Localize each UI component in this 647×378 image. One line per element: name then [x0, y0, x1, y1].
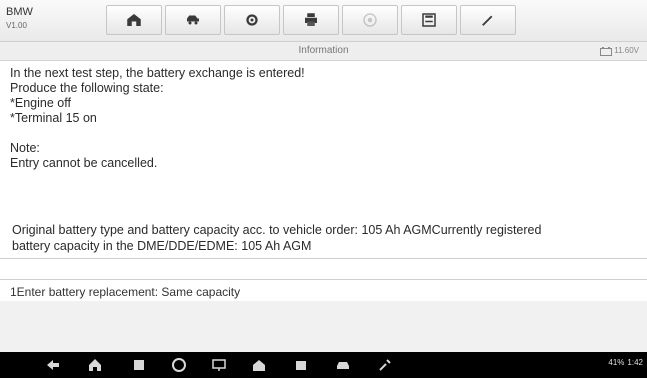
instruction-text: In the next test step, the battery excha… [10, 66, 640, 171]
print-button[interactable] [283, 5, 339, 35]
top-toolbar: BMW V1.00 [0, 0, 647, 42]
remote-icon [212, 359, 226, 371]
battery-voltage: 11.60V [600, 42, 639, 60]
battery-info-line: battery capacity in the DME/DDE/EDME: 10… [12, 239, 312, 253]
settings-icon [246, 14, 258, 26]
home-icon [127, 14, 141, 26]
divider [0, 279, 647, 280]
toolbar-buttons [106, 5, 519, 35]
voltage-value: 11.60V [614, 46, 639, 55]
info-title: Information [298, 45, 349, 56]
brand-name: BMW [6, 6, 33, 18]
print-icon [305, 13, 317, 26]
back-icon [47, 360, 59, 370]
battery-replacement-option[interactable]: 1Enter battery replacement: Same capacit… [10, 285, 240, 299]
edit-icon [482, 15, 493, 26]
tools-icon [379, 359, 391, 371]
app-brand: BMW V1.00 [6, 6, 96, 36]
autel-home-icon [253, 360, 265, 371]
help-icon [363, 13, 377, 27]
vehicle-swap-icon [187, 15, 199, 25]
edit-button[interactable] [460, 5, 516, 35]
save-button[interactable] [401, 5, 457, 35]
remote-button[interactable] [210, 356, 228, 374]
gallery-icon [296, 361, 306, 370]
browser-icon [172, 358, 186, 372]
instruction-line: *Engine off [10, 96, 71, 110]
vehicle-button[interactable] [334, 356, 352, 374]
battery-info-line: Original battery type and battery capaci… [12, 223, 542, 237]
autel-home-button[interactable] [250, 356, 268, 374]
tools-button[interactable] [376, 356, 394, 374]
note-text: Entry cannot be cancelled. [10, 156, 158, 170]
blank-panel [0, 301, 647, 352]
recent-apps-icon [134, 360, 144, 370]
recent-apps-button[interactable] [130, 356, 148, 374]
back-button[interactable] [44, 356, 62, 374]
save-icon [422, 13, 436, 27]
note-label: Note: [10, 141, 40, 155]
car-battery-icon [600, 46, 613, 56]
instruction-line: Produce the following state: [10, 81, 164, 95]
status-area: 41% 1:42 [608, 358, 643, 367]
info-header: Information 11.60V [0, 42, 647, 61]
instruction-line: *Terminal 15 on [10, 111, 97, 125]
android-home-button[interactable] [86, 356, 104, 374]
home-icon [89, 359, 101, 371]
battery-info: Original battery type and battery capaci… [12, 222, 642, 254]
divider [0, 258, 647, 259]
gallery-button[interactable] [292, 356, 310, 374]
brand-version: V1.00 [6, 21, 27, 30]
vehicle-swap-button[interactable] [165, 5, 221, 35]
system-nav-bar: 41% 1:42 [0, 352, 647, 378]
home-button[interactable] [106, 5, 162, 35]
battery-percent: 41% [608, 358, 625, 367]
instruction-line: In the next test step, the battery excha… [10, 66, 305, 80]
clock: 1:42 [627, 358, 643, 367]
help-button[interactable] [342, 5, 398, 35]
settings-button[interactable] [224, 5, 280, 35]
vehicle-icon [337, 362, 349, 369]
instruction-line [10, 126, 640, 141]
browser-button[interactable] [170, 356, 188, 374]
